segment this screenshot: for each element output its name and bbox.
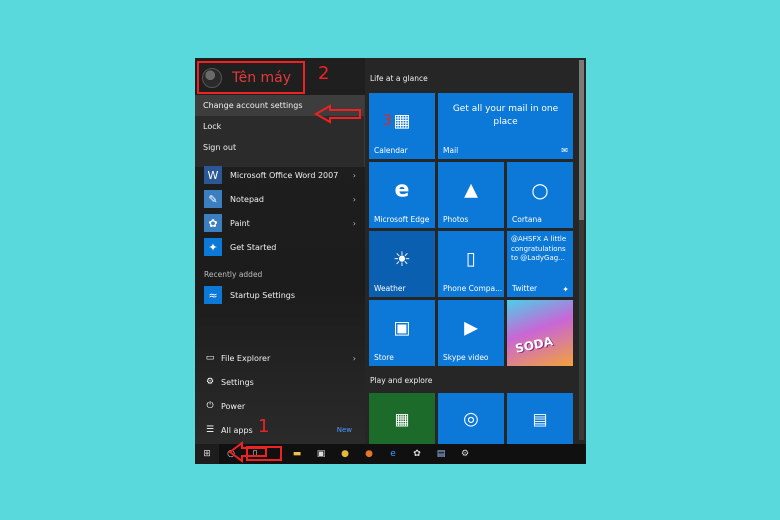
app-icon: ✿ [413,449,421,459]
chevron-right-icon[interactable]: › [353,171,356,180]
edge-icon: e [394,177,410,203]
start-button[interactable]: ⊞ [195,444,219,464]
annotation-number-2: 2 [318,63,330,84]
power-item[interactable]: ⏻ Power [204,397,356,415]
app-item-startup-settings[interactable]: ≈ Startup Settings [204,285,356,305]
annotation-arrow-settings [314,104,361,124]
annotation-number-3: 3 [383,113,392,129]
taskbar-chrome[interactable]: ● [333,444,357,464]
window-icon: ▤ [436,449,446,459]
sun-icon: ☀ [393,246,411,271]
taskbar-settings[interactable]: ⚙ [453,444,477,464]
tile-groove-music[interactable]: ◎ [438,393,504,444]
tile-minecraft[interactable]: ▦ [369,393,435,444]
lightbulb-icon: ✦ [204,238,222,256]
new-badge: New [336,426,352,434]
taskbar-app-1[interactable]: ✿ [405,444,429,464]
taskbar-file-explorer[interactable]: ▬ [285,444,309,464]
paint-icon: ✿ [204,214,222,232]
envelope-icon: ✉ [561,146,568,155]
music-disc-icon: ◎ [463,408,479,429]
twitter-tile-text: @AHSFX A little congratulations to @Lady… [511,235,567,262]
tile-edge[interactable]: e Microsoft Edge [369,162,435,228]
word-icon: W [204,166,222,184]
sign-out-item[interactable]: Sign out [195,137,364,158]
tile-skype-video[interactable]: ▶ Skype video [438,300,504,366]
chevron-right-icon[interactable]: › [353,354,356,363]
chevron-right-icon[interactable]: › [353,219,356,228]
calendar-icon: ▦ [393,110,411,132]
folder-icon: ▬ [292,449,302,459]
taskbar-firefox[interactable]: ● [357,444,381,464]
taskbar-store[interactable]: ▣ [309,444,333,464]
twitter-bird-icon: ✦ [562,285,569,294]
group-life-at-a-glance: Life at a glance [370,74,428,83]
firefox-icon: ● [365,449,373,459]
taskbar-edge[interactable]: e [381,444,405,464]
start-menu-tiles: Life at a glance ▦ Calendar Get all your… [365,58,586,444]
app-item-paint[interactable]: ✿ Paint › [204,213,356,233]
annotation-arrow-taskbar [228,441,267,463]
settings-item[interactable]: ⚙ Settings [204,373,356,391]
chrome-icon: ● [341,449,349,459]
app-item-notepad[interactable]: ✎ Notepad › [204,189,356,209]
tile-weather[interactable]: ☀ Weather [369,231,435,297]
tiles-scrollbar-thumb[interactable] [579,60,584,220]
store-bag-icon: ▣ [316,449,326,459]
windows-logo-icon: ⊞ [203,449,211,459]
annotation-number-1: 1 [258,416,270,437]
tile-mail[interactable]: Get all your mail in one place Mail ✉ [438,93,573,159]
notepad-icon: ✎ [204,190,222,208]
tile-store[interactable]: ▣ Store [369,300,435,366]
gear-icon: ⚙ [205,377,215,387]
list-icon: ☰ [205,425,215,435]
taskbar-app-2[interactable]: ▤ [429,444,453,464]
tile-phone-companion[interactable]: ▯ Phone Compa... [438,231,504,297]
store-bag-icon: ▣ [393,317,411,339]
chevron-right-icon[interactable]: › [353,195,356,204]
tile-twitter[interactable]: @AHSFX A little congratulations to @Lady… [507,231,573,297]
phone-icon: ▯ [466,248,476,270]
file-explorer-item[interactable]: ▭ File Explorer › [204,349,356,367]
app-item-word[interactable]: W Microsoft Office Word 2007 › [204,165,356,185]
group-play-and-explore: Play and explore [370,376,433,385]
tile-movies-tv[interactable]: ▤ [507,393,573,444]
edge-icon: e [390,449,396,459]
app-item-get-started[interactable]: ✦ Get Started [204,237,356,257]
clapperboard-icon: ▤ [532,409,548,428]
recently-added-label: Recently added [204,270,263,279]
power-icon: ⏻ [206,401,214,411]
gear-icon: ⚙ [460,449,470,459]
minecraft-icon: ▦ [394,409,410,428]
tile-cortana[interactable]: ○ Cortana [507,162,573,228]
mail-tile-message: Get all your mail in one place [452,104,559,127]
cortana-icon: ○ [531,177,549,202]
tile-candy-crush[interactable]: SODA [507,300,573,366]
tile-calendar[interactable]: ▦ Calendar [369,93,435,159]
candy-logo: SODA [513,334,555,356]
photos-icon: ▲ [464,179,478,201]
wifi-icon: ≈ [204,286,222,304]
folder-icon: ▭ [205,353,215,363]
video-camera-icon: ▶ [464,317,478,339]
annotation-box-user [197,61,305,94]
all-apps-item[interactable]: ☰ All apps New [204,421,356,439]
tile-photos[interactable]: ▲ Photos [438,162,504,228]
